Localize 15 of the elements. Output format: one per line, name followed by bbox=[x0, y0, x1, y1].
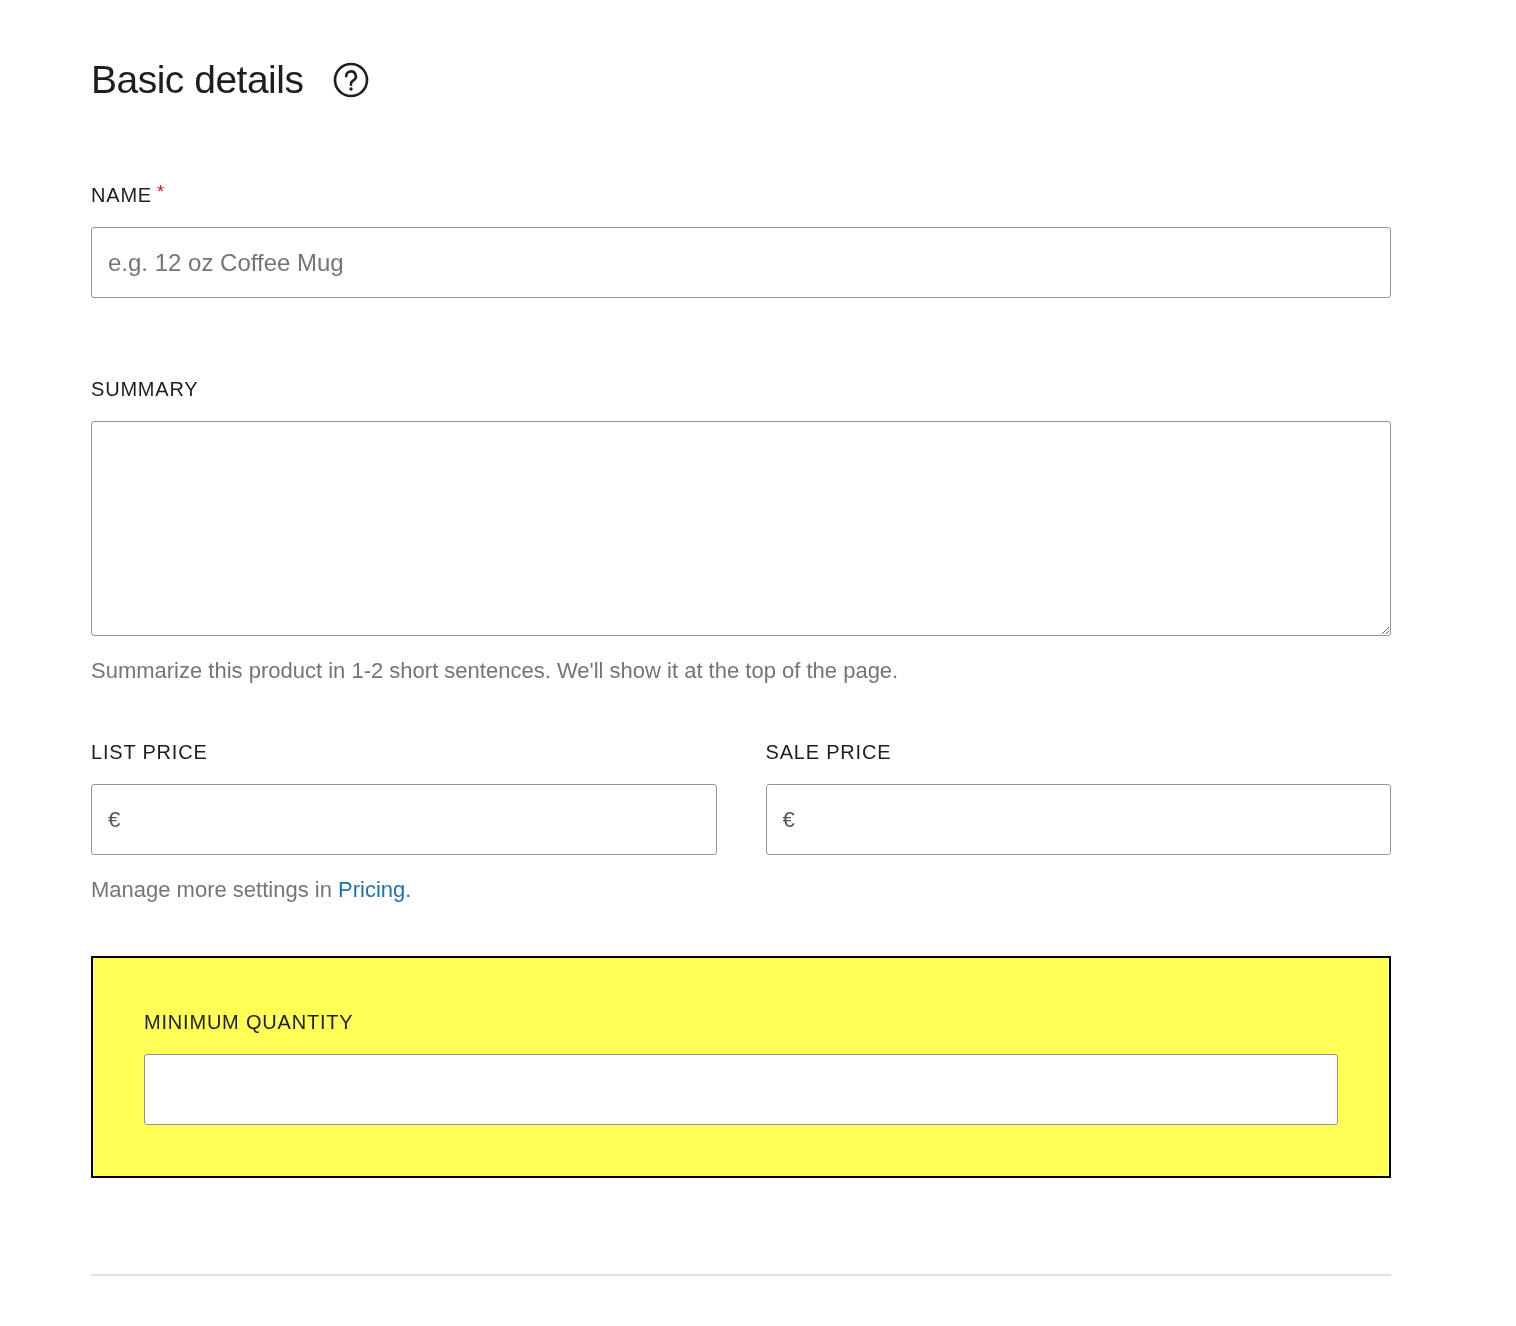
price-input[interactable]: € bbox=[91, 784, 717, 855]
required-mark: * bbox=[157, 183, 164, 201]
field-label: SUMMARY bbox=[91, 377, 199, 401]
helper-text: Summarize this product in 1-2 short sentences. We'll show it at the top of the page. bbox=[91, 658, 900, 684]
helper-text: Manage more settings in Pricing. bbox=[91, 877, 413, 903]
field-label: NAME bbox=[91, 183, 152, 207]
help-icon[interactable] bbox=[333, 62, 370, 98]
field-label: SALE PRICE bbox=[765, 740, 892, 764]
name-input[interactable]: e.g. 12 oz Coffee Mug bbox=[91, 227, 1391, 298]
section-title: Basic details bbox=[91, 57, 304, 103]
field-label: LIST PRICE bbox=[91, 740, 208, 764]
price-input[interactable]: € bbox=[765, 784, 1391, 855]
quantity-input[interactable] bbox=[144, 1054, 1338, 1125]
field-label: MINIMUM QUANTITY bbox=[144, 1010, 354, 1034]
pricing-link[interactable]: Pricing. bbox=[338, 877, 412, 902]
